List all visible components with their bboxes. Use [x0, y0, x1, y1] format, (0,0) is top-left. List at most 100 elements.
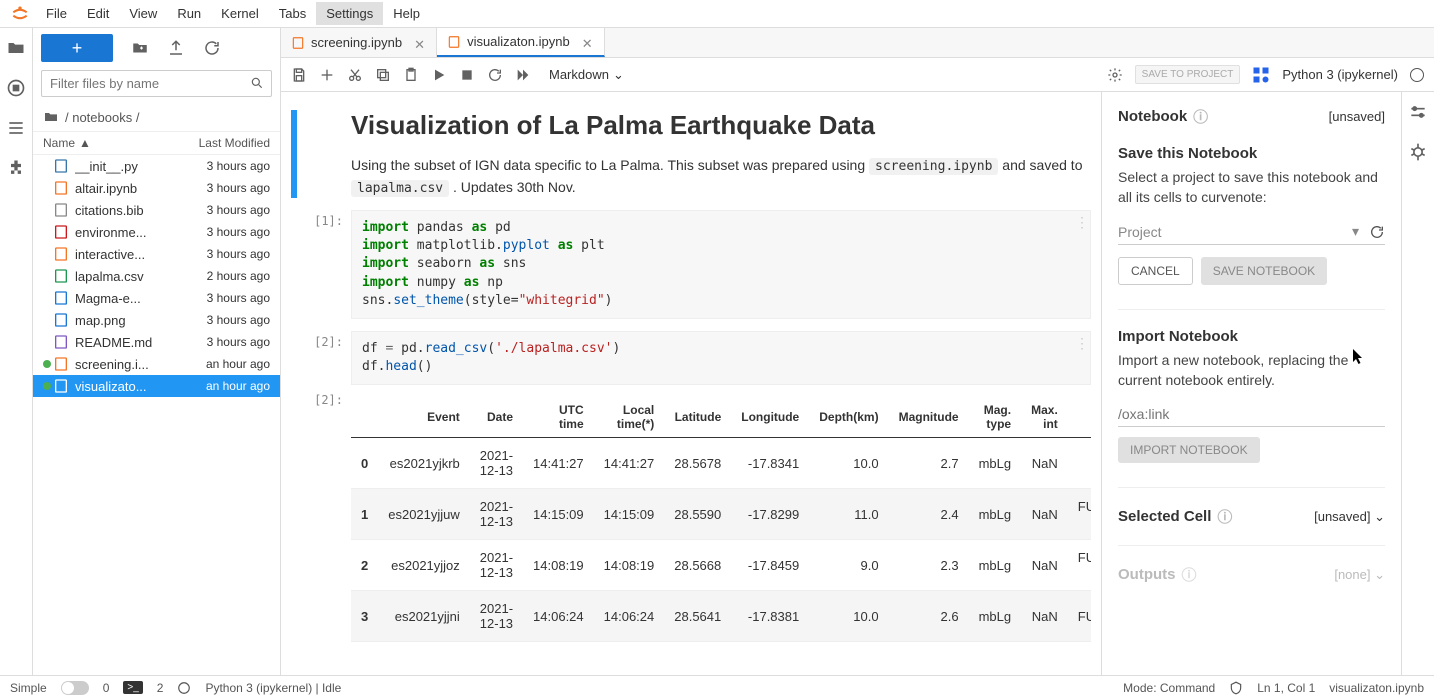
save-section-desc: Select a project to save this notebook a…	[1118, 168, 1385, 207]
running-dot	[43, 316, 51, 324]
copy-icon[interactable]	[375, 67, 391, 83]
new-folder-icon[interactable]	[131, 39, 149, 57]
txt-file-icon	[53, 202, 69, 218]
table-row: 0es2021yjkrb2021-12-1314:41:2714:41:2728…	[351, 438, 1091, 489]
import-notebook-button[interactable]: IMPORT NOTEBOOK	[1118, 437, 1260, 463]
chevron-down-icon: ⌄	[613, 67, 624, 83]
project-select[interactable]: Project ▾	[1118, 219, 1385, 245]
menu-file[interactable]: File	[36, 2, 77, 25]
extensions-icon[interactable]	[6, 158, 26, 178]
simple-mode-toggle[interactable]	[61, 681, 89, 695]
menu-kernel[interactable]: Kernel	[211, 2, 269, 25]
refresh-icon[interactable]	[203, 39, 221, 57]
close-icon[interactable]: ✕	[582, 36, 594, 48]
cut-icon[interactable]	[347, 67, 363, 83]
insert-cell-icon[interactable]	[319, 67, 335, 83]
table-cell: NaN	[1021, 591, 1068, 642]
file-row[interactable]: __init__.py3 hours ago	[33, 155, 280, 177]
gear-icon[interactable]	[1107, 67, 1123, 83]
alert-count[interactable]: 0	[103, 681, 110, 695]
search-icon	[250, 76, 264, 90]
file-row[interactable]: lapalma.csv2 hours ago	[33, 265, 280, 287]
menu-settings[interactable]: Settings	[316, 2, 383, 25]
restart-icon[interactable]	[487, 67, 503, 83]
outputs-header[interactable]: Outputs ⓘ [none] ⌄	[1118, 564, 1385, 585]
col-modified-header[interactable]: Last Modified	[170, 136, 270, 150]
curvenote-logo-icon[interactable]	[1252, 66, 1270, 84]
run-icon[interactable]	[431, 67, 447, 83]
kernel-status-text[interactable]: Python 3 (ipykernel) | Idle	[205, 681, 341, 695]
upload-icon[interactable]	[167, 39, 185, 57]
code-input[interactable]: df = pd.read_csv('./lapalma.csv') df.hea…	[351, 331, 1091, 385]
cell-drag-icon[interactable]: ⋮	[1075, 214, 1089, 231]
stop-icon[interactable]	[459, 67, 475, 83]
restart-run-all-icon[interactable]	[515, 67, 531, 83]
running-dot	[43, 294, 51, 302]
file-row[interactable]: README.md3 hours ago	[33, 331, 280, 353]
file-filter-input[interactable]	[41, 70, 272, 97]
save-icon[interactable]	[291, 67, 307, 83]
toc-icon[interactable]	[6, 118, 26, 138]
terminal-icon[interactable]: >_	[123, 681, 142, 694]
cell-markdown[interactable]: Visualization of La Palma Earthquake Dat…	[291, 110, 1091, 198]
kernel-status-icon[interactable]	[1410, 68, 1424, 82]
chevron-down-icon: ▾	[1352, 223, 1359, 240]
cell-code-1[interactable]: [1]: import pandas as pd import matplotl…	[291, 210, 1091, 319]
refresh-icon[interactable]	[1369, 224, 1385, 240]
notebook-toolbar: Markdown ⌄ SAVE TO PROJECT Python 3 (ipy…	[281, 58, 1434, 92]
running-dot	[43, 184, 51, 192]
oxa-link-input[interactable]	[1118, 402, 1385, 427]
debugger-icon[interactable]	[1408, 142, 1428, 162]
selected-cell-header[interactable]: Selected Cell ⓘ [unsaved] ⌄	[1118, 506, 1385, 527]
menu-run[interactable]: Run	[167, 2, 211, 25]
col-name-header[interactable]: Name▲	[43, 136, 170, 150]
trusted-icon[interactable]	[1229, 681, 1243, 695]
menu-tabs[interactable]: Tabs	[269, 2, 316, 25]
line-col-indicator[interactable]: Ln 1, Col 1	[1257, 681, 1315, 695]
filename-indicator[interactable]: visualizaton.ipynb	[1329, 681, 1424, 695]
table-cell: 14:15:09	[594, 489, 665, 540]
table-cell: -17.8381	[731, 591, 809, 642]
file-row[interactable]: altair.ipynb3 hours ago	[33, 177, 280, 199]
file-row[interactable]: screening.i...an hour ago	[33, 353, 280, 375]
breadcrumb-path[interactable]: / notebooks /	[65, 110, 139, 125]
cancel-button[interactable]: CANCEL	[1118, 257, 1193, 285]
file-modified: 3 hours ago	[180, 181, 270, 195]
file-list: __init__.py3 hours agoaltair.ipynb3 hour…	[33, 155, 280, 675]
info-icon[interactable]: ⓘ	[1193, 106, 1208, 127]
paste-icon[interactable]	[403, 67, 419, 83]
mode-indicator[interactable]: Mode: Command	[1123, 681, 1215, 695]
notebook-scroll[interactable]: Visualization of La Palma Earthquake Dat…	[281, 92, 1101, 675]
running-icon[interactable]	[6, 78, 26, 98]
kernel-busy-icon[interactable]	[177, 681, 191, 695]
property-inspector-icon[interactable]	[1408, 102, 1428, 122]
save-notebook-button[interactable]: SAVE NOTEBOOK	[1201, 257, 1327, 285]
tab[interactable]: screening.ipynb✕	[281, 28, 437, 57]
new-launcher-button[interactable]: +	[41, 34, 113, 62]
menu-edit[interactable]: Edit	[77, 2, 119, 25]
file-row[interactable]: interactive...3 hours ago	[33, 243, 280, 265]
file-row[interactable]: visualizato...an hour ago	[33, 375, 280, 397]
save-to-project-button[interactable]: SAVE TO PROJECT	[1135, 65, 1241, 84]
file-name: citations.bib	[75, 203, 180, 218]
cell-type-select[interactable]: Markdown ⌄	[549, 67, 624, 83]
terminal-count[interactable]: 2	[157, 681, 164, 695]
table-header: UTC time	[523, 397, 594, 438]
code-input[interactable]: import pandas as pd import matplotlib.py…	[351, 210, 1091, 319]
cell-code-2[interactable]: [2]: df = pd.read_csv('./lapalma.csv') d…	[291, 331, 1091, 385]
close-icon[interactable]: ✕	[414, 37, 426, 49]
file-row[interactable]: map.png3 hours ago	[33, 309, 280, 331]
cell-drag-icon[interactable]: ⋮	[1075, 335, 1089, 352]
menu-help[interactable]: Help	[383, 2, 430, 25]
folder-icon[interactable]	[6, 38, 26, 58]
info-icon[interactable]: ⓘ	[1217, 506, 1232, 527]
menu-view[interactable]: View	[119, 2, 167, 25]
file-row[interactable]: environme...3 hours ago	[33, 221, 280, 243]
file-row[interactable]: Magma-e...3 hours ago	[33, 287, 280, 309]
tab[interactable]: visualizaton.ipynb✕	[437, 28, 605, 57]
table-cell: 2.4	[889, 489, 969, 540]
kernel-name[interactable]: Python 3 (ipykernel)	[1282, 67, 1398, 82]
file-row[interactable]: citations.bib3 hours ago	[33, 199, 280, 221]
notebook-title: Visualization of La Palma Earthquake Dat…	[351, 110, 1091, 141]
breadcrumb[interactable]: / notebooks /	[33, 103, 280, 132]
